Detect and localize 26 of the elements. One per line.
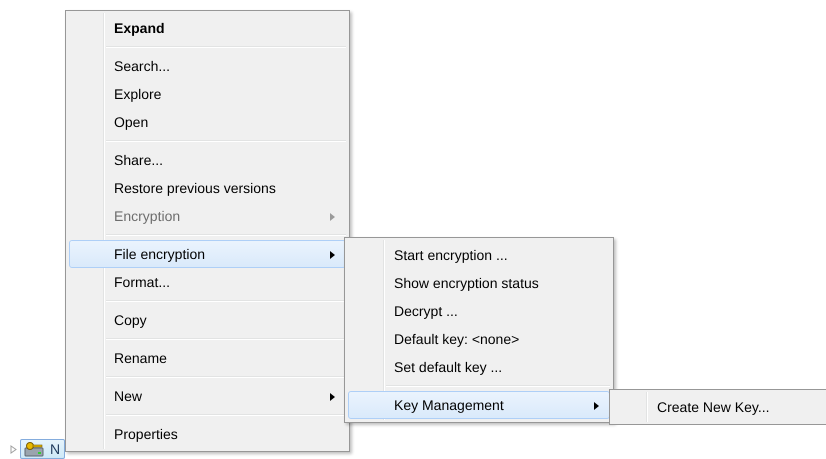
menu-item[interactable]: Copy bbox=[69, 306, 346, 334]
menu-item[interactable]: Explore bbox=[69, 80, 346, 108]
submenu-arrow-icon bbox=[330, 213, 335, 221]
menu-item[interactable]: Format... bbox=[69, 268, 346, 296]
menu-item[interactable]: Properties bbox=[69, 420, 346, 448]
menu-item[interactable]: Create New Key... bbox=[613, 393, 823, 421]
tree-item[interactable]: N bbox=[20, 439, 66, 459]
menu-item[interactable]: Rename bbox=[69, 344, 346, 372]
menu-item[interactable]: Show encryption status bbox=[348, 269, 610, 297]
menu-item[interactable]: Share... bbox=[69, 146, 346, 174]
expand-arrow-icon[interactable] bbox=[10, 444, 17, 454]
submenu-arrow-icon bbox=[594, 402, 599, 410]
submenu-arrow-icon bbox=[330, 251, 335, 259]
submenu-arrow-icon bbox=[330, 393, 335, 401]
menu-item[interactable]: Open bbox=[69, 108, 346, 136]
menu-item[interactable]: Search... bbox=[69, 52, 346, 80]
menu-item[interactable]: Restore previous versions bbox=[69, 174, 346, 202]
menu-item[interactable]: File encryption bbox=[69, 240, 346, 268]
menu-item[interactable]: Set default key ... bbox=[348, 353, 610, 381]
menu-item[interactable]: Default key: <none> bbox=[348, 325, 610, 353]
drive-icon bbox=[24, 441, 44, 457]
menu-item[interactable]: Key Management bbox=[348, 391, 610, 419]
menu-item[interactable]: Start encryption ... bbox=[348, 241, 610, 269]
menu-item[interactable]: New bbox=[69, 382, 346, 410]
menu-item[interactable]: Decrypt ... bbox=[348, 297, 610, 325]
menu-item[interactable]: Expand bbox=[69, 14, 346, 42]
